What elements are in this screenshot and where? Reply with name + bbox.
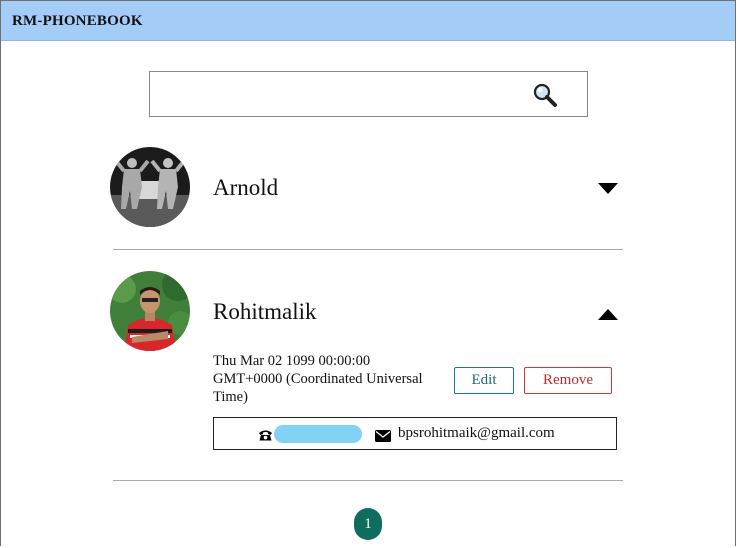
phone-icon	[258, 428, 273, 446]
contact-name[interactable]: Arnold	[213, 175, 278, 201]
date-line: Time)	[213, 389, 248, 405]
avatar-arnold	[110, 147, 190, 227]
divider	[113, 480, 623, 481]
contact-date: Thu Mar 02 1099 00:00:00 GMT+0000 (Coord…	[213, 352, 451, 406]
envelope-icon	[375, 429, 391, 447]
divider	[113, 249, 623, 250]
contact-email[interactable]: bpsrohitmaik@gmail.com	[398, 425, 555, 442]
edit-button[interactable]: Edit	[454, 367, 514, 394]
app-header: RM-PHONEBOOK	[1, 1, 735, 41]
remove-button[interactable]: Remove	[524, 367, 612, 394]
phone-number-redacted	[274, 425, 362, 443]
date-line: GMT+0000 (Coordinated Universal	[213, 371, 423, 387]
caret-up-icon[interactable]	[598, 307, 618, 325]
avatar-rohitmalik	[110, 271, 190, 351]
caret-down-icon[interactable]	[598, 182, 618, 200]
search-icon[interactable]	[532, 82, 558, 108]
contact-name[interactable]: Rohitmalik	[213, 299, 317, 325]
search-input[interactable]	[154, 76, 518, 114]
app-title: RM-PHONEBOOK	[12, 13, 143, 29]
search-box	[149, 71, 588, 117]
pagination-page-button[interactable]: 1	[354, 508, 382, 540]
date-line: Thu Mar 02 1099 00:00:00	[213, 353, 371, 369]
